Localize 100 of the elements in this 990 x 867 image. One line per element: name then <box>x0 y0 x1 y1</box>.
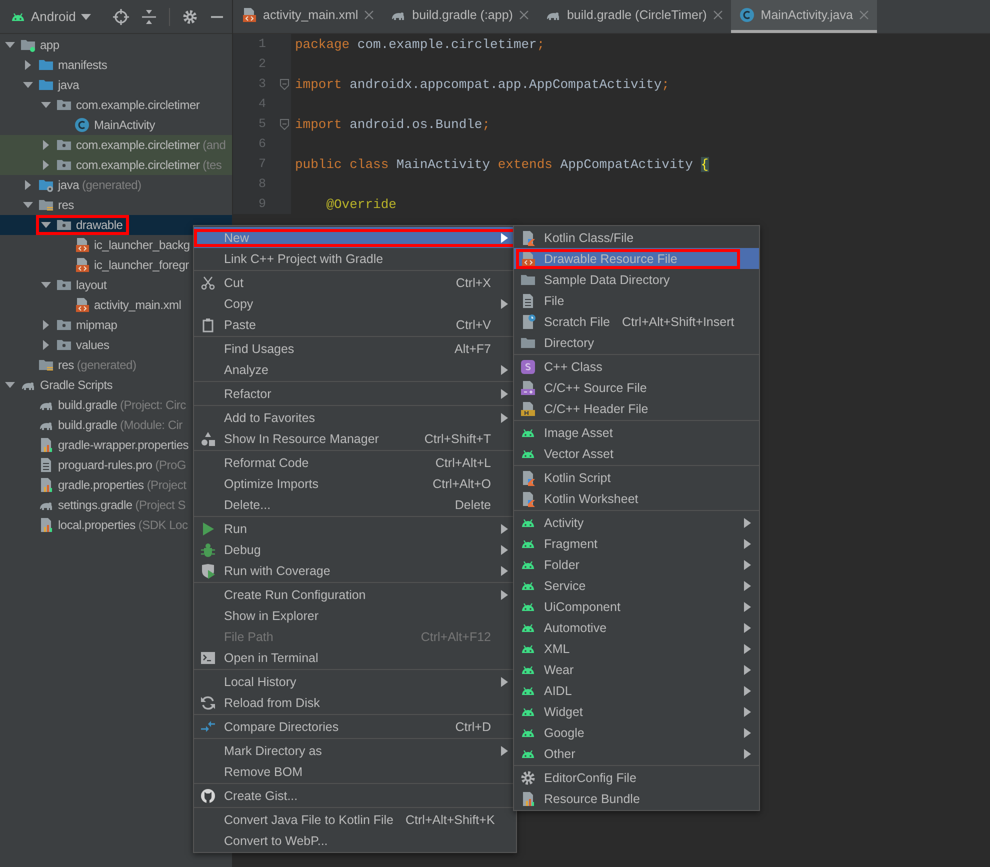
menu-item[interactable]: Automotive <box>514 617 759 638</box>
tree-hint: (ProG <box>155 458 186 472</box>
submenu-arrow-icon <box>744 622 751 632</box>
menu-item[interactable]: C/C++ Source File <box>514 377 759 398</box>
menu-item[interactable]: UiComponent <box>514 596 759 617</box>
shield-icon <box>200 562 216 578</box>
menu-item[interactable]: C/C++ Header File <box>514 398 759 419</box>
menu-item[interactable]: Copy <box>194 293 516 314</box>
tree-label: com.example.circletimer <box>76 158 200 172</box>
menu-item[interactable]: Folder <box>514 554 759 575</box>
menu-item[interactable]: Convert Java File to Kotlin File Ctrl+Alt+Shift+K <box>194 809 516 830</box>
tree-label: res <box>58 198 74 212</box>
tree-row[interactable]: MainActivity <box>0 115 232 135</box>
tree-label: ic_launcher_backg <box>94 238 190 252</box>
menu-item[interactable]: Image Asset <box>514 422 759 443</box>
tree-row[interactable]: res <box>0 195 232 215</box>
submenu-arrow-icon <box>744 602 751 612</box>
menu-item[interactable]: Kotlin Class/File <box>514 227 759 248</box>
menu-item[interactable]: Google <box>514 722 759 743</box>
menu-item[interactable]: Run with Coverage <box>194 560 516 581</box>
keyboard-shortcut: Ctrl+Alt+Shift+K <box>406 812 495 826</box>
collapse-icon[interactable] <box>141 8 157 24</box>
fold-marker-icon[interactable] <box>280 78 289 90</box>
code-line: import android.os.Bundle; <box>295 116 490 132</box>
menu-item[interactable]: Show in Explorer <box>194 605 516 626</box>
close-icon[interactable] <box>364 10 374 20</box>
editor-tab[interactable]: build.gradle (CircleTimer) <box>536 0 731 33</box>
menu-item[interactable]: Scratch File Ctrl+Alt+Shift+Insert <box>514 311 759 332</box>
view-selector[interactable]: Android <box>10 8 91 24</box>
editor-tab[interactable]: activity_main.xml <box>233 0 382 33</box>
tree-row[interactable]: app <box>0 35 232 55</box>
text-file-icon <box>38 457 54 473</box>
menu-item[interactable]: C++ Class <box>514 356 759 377</box>
menu-item[interactable]: Kotlin Worksheet <box>514 488 759 509</box>
editor-tab[interactable]: build.gradle (:app) <box>382 0 537 33</box>
menu-item[interactable]: Activity <box>514 512 759 533</box>
menu-item[interactable]: Open in Terminal <box>194 647 516 668</box>
menu-item[interactable]: Mark Directory as <box>194 740 516 761</box>
menu-item[interactable]: Fragment <box>514 533 759 554</box>
menu-item[interactable]: File <box>514 290 759 311</box>
close-icon[interactable] <box>712 10 723 20</box>
settings-icon[interactable] <box>182 8 198 24</box>
crosshair-icon[interactable] <box>113 8 129 24</box>
menu-item[interactable]: Paste Ctrl+V <box>194 314 516 335</box>
properties-file-icon <box>38 437 54 453</box>
menu-item[interactable]: Convert to WebP... <box>194 830 516 851</box>
menu-item[interactable]: Vector Asset <box>514 443 759 464</box>
menu-item[interactable]: Create Gist... <box>194 785 516 806</box>
tree-hint: (Project: Circ <box>120 398 186 412</box>
fold-marker-icon[interactable] <box>280 118 289 130</box>
properties-file-icon <box>520 790 536 806</box>
menu-item[interactable]: Local History <box>194 671 516 692</box>
tree-row[interactable]: com.example.circletimer (tes <box>0 155 232 175</box>
tree-row[interactable]: java (generated) <box>0 175 232 195</box>
menu-item[interactable]: AIDL <box>514 680 759 701</box>
menu-item[interactable]: Sample Data Directory <box>514 269 759 290</box>
menu-item[interactable]: Run <box>194 518 516 539</box>
menu-item[interactable]: Link C++ Project with Gradle <box>194 248 516 269</box>
submenu-arrow-icon <box>744 686 751 696</box>
close-icon[interactable] <box>518 10 529 20</box>
menu-item[interactable]: Remove BOM <box>194 761 516 782</box>
editor-tab[interactable]: MainActivity.java <box>730 0 877 33</box>
tree-row[interactable]: com.example.circletimer (and <box>0 135 232 155</box>
menu-item[interactable]: Other <box>514 743 759 764</box>
submenu-arrow-icon <box>744 580 751 590</box>
submenu-arrow-icon <box>501 388 508 398</box>
tree-row[interactable]: java <box>0 75 232 95</box>
menu-item[interactable]: Debug <box>194 539 516 560</box>
menu-item[interactable]: Refactor <box>194 383 516 404</box>
menu-item[interactable]: Show In Resource Manager Ctrl+Shift+T <box>194 428 516 449</box>
keyboard-shortcut: Ctrl+V <box>456 318 491 332</box>
menu-item[interactable]: XML <box>514 638 759 659</box>
menu-item[interactable]: Analyze <box>194 359 516 380</box>
menu-item[interactable]: Directory <box>514 332 759 353</box>
menu-item[interactable]: Delete... Delete <box>194 494 516 515</box>
tree-label: build.gradle <box>58 398 118 412</box>
bug-icon <box>200 542 216 558</box>
menu-item[interactable]: Reformat Code Ctrl+Alt+L <box>194 452 516 473</box>
folder-icon <box>38 177 54 193</box>
menu-item[interactable]: Find Usages Alt+F7 <box>194 338 516 359</box>
tree-label: values <box>76 338 110 352</box>
xml-file-icon <box>241 7 257 23</box>
menu-item[interactable]: Optimize Imports Ctrl+Alt+O <box>194 473 516 494</box>
tree-row[interactable]: manifests <box>0 55 232 75</box>
menu-item[interactable]: Compare Directories Ctrl+D <box>194 716 516 737</box>
menu-item[interactable]: Widget <box>514 701 759 722</box>
menu-item[interactable]: Cut Ctrl+X <box>194 272 516 293</box>
menu-item[interactable]: Wear <box>514 659 759 680</box>
menu-item[interactable]: Reload from Disk <box>194 692 516 713</box>
menu-item[interactable]: Create Run Configuration <box>194 584 516 605</box>
menu-item[interactable]: Resource Bundle <box>514 788 759 809</box>
tree-row[interactable]: com.example.circletimer <box>0 95 232 115</box>
menu-item[interactable]: Service <box>514 575 759 596</box>
class-icon <box>738 7 755 23</box>
reload-icon <box>200 694 216 710</box>
tree-row[interactable]: drawable <box>0 215 232 235</box>
menu-item[interactable]: EditorConfig File <box>514 767 759 788</box>
menu-item[interactable]: Add to Favorites <box>194 407 516 428</box>
tree-label: gradle.properties <box>58 478 144 492</box>
menu-item[interactable]: Kotlin Script <box>514 467 759 488</box>
